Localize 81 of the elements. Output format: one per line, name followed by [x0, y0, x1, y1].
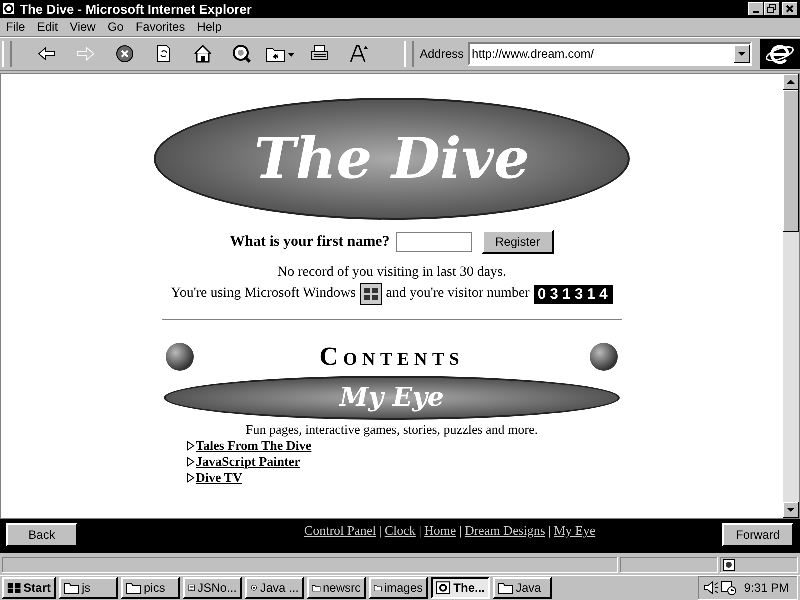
triangle-bullet-icon — [187, 473, 195, 483]
visit-record-text: No record of you visiting in last 30 days. — [277, 265, 507, 281]
clock: 9:31 PM — [744, 581, 789, 595]
search-icon — [232, 44, 252, 64]
house-icon — [193, 44, 213, 64]
taskbar-button[interactable]: JSNo... — [183, 577, 242, 599]
contents-heading: Contents — [320, 342, 464, 372]
scroll-thumb[interactable] — [783, 90, 799, 232]
up-arrow-icon — [787, 79, 795, 85]
menu-item[interactable]: Edit — [37, 20, 58, 34]
page-link[interactable]: JavaScript Painter — [196, 454, 300, 470]
vertical-scrollbar[interactable] — [783, 74, 799, 518]
register-button[interactable]: Register — [482, 230, 554, 254]
footer-link[interactable]: Dream Designs — [464, 523, 546, 539]
down-arrow-icon — [787, 507, 795, 513]
windows-logo-icon — [360, 283, 382, 305]
separator: | — [418, 523, 422, 539]
sphere-icon — [166, 343, 194, 371]
separator: | — [459, 523, 462, 539]
scroll-down-button[interactable] — [783, 502, 799, 518]
footer-link[interactable]: Home — [424, 523, 456, 539]
visitor-counter: 031314 — [534, 284, 613, 304]
page-link[interactable]: Dive TV — [196, 470, 242, 486]
triangle-bullet-icon — [187, 457, 195, 467]
start-button[interactable]: Start — [2, 577, 56, 599]
taskbar-button[interactable]: images — [369, 577, 428, 599]
taskbar-button[interactable]: Java ... — [245, 577, 304, 599]
name-field[interactable] — [396, 232, 472, 252]
scheduler-icon[interactable] — [721, 580, 737, 596]
menu-item[interactable]: Favorites — [136, 20, 186, 34]
address-label: Address — [420, 47, 464, 61]
footer-link[interactable]: Clock — [384, 523, 416, 539]
restore-button[interactable] — [764, 2, 780, 16]
close-icon — [785, 4, 795, 14]
back-button[interactable]: Back — [6, 523, 78, 547]
menu-item[interactable]: File — [6, 20, 26, 34]
section-description: Fun pages, interactive games, stories, puzzles and more. — [246, 422, 538, 438]
scroll-up-button[interactable] — [783, 74, 799, 90]
sphere-icon — [590, 343, 618, 371]
folder-icon — [498, 581, 514, 595]
windows-logo-icon — [7, 581, 22, 595]
name-prompt: What is your first name? — [230, 234, 390, 250]
logo-banner: The Dive — [154, 98, 630, 220]
visitor-text: and you're visitor number — [386, 286, 530, 302]
footer-link[interactable]: Control Panel — [304, 523, 376, 539]
font-icon — [349, 44, 369, 64]
taskbar-button[interactable]: pics — [121, 577, 180, 599]
section-banner: My Eye — [164, 376, 620, 420]
toolbar-grip[interactable] — [2, 41, 12, 67]
forward-button[interactable]: Forward — [722, 523, 794, 547]
menu-item[interactable]: View — [70, 20, 96, 34]
separator: | — [548, 523, 552, 539]
taskbar-button[interactable]: newsrc — [307, 577, 366, 599]
zone-icon — [723, 559, 735, 571]
menu-item[interactable]: Go — [108, 20, 124, 34]
address-combo-box[interactable]: http://www.dream.com/ — [468, 42, 752, 66]
browser-icon — [436, 581, 452, 595]
taskbar-button[interactable]: Java — [493, 577, 552, 599]
taskbar-button[interactable]: js — [59, 577, 118, 599]
minimize-button[interactable] — [748, 2, 764, 16]
toolbar-grip[interactable] — [404, 41, 414, 67]
separator: | — [379, 523, 382, 539]
stop-icon — [115, 44, 135, 64]
footer-link[interactable]: My Eye — [554, 523, 596, 539]
folder-icon — [126, 581, 142, 595]
triangle-bullet-icon — [187, 441, 195, 451]
speaker-icon[interactable] — [703, 580, 719, 596]
minimize-icon — [753, 11, 759, 13]
dropdown-button[interactable] — [734, 45, 750, 63]
menu-item[interactable]: Help — [197, 20, 222, 34]
window-title: The Dive - Microsoft Internet Explorer — [20, 2, 253, 16]
close-button[interactable] — [782, 2, 798, 16]
os-text: You're using Microsoft Windows — [171, 286, 356, 302]
restore-icon — [767, 4, 777, 14]
folder-icon — [64, 581, 80, 595]
taskbar-button[interactable]: The... — [431, 577, 490, 599]
left-arrow-icon — [37, 44, 57, 64]
page-link[interactable]: Tales From The Dive — [196, 438, 312, 454]
caret-icon — [738, 51, 746, 57]
right-arrow-icon — [76, 44, 96, 64]
address-field[interactable]: http://www.dream.com/ — [470, 47, 734, 61]
